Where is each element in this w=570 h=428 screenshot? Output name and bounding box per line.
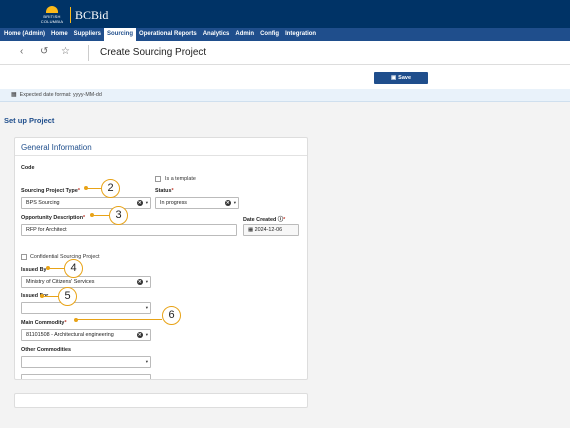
confidential-checkbox[interactable]: [21, 254, 27, 260]
issued-for-select[interactable]: ▾: [21, 302, 151, 314]
page-title: Create Sourcing Project: [100, 47, 207, 58]
date-format-hint: ▦ Expected date format: yyyy-MM-dd: [0, 89, 570, 102]
logo-divider: [70, 7, 71, 23]
back-arrow-icon[interactable]: ‹: [20, 46, 23, 57]
nav-item-analytics[interactable]: Analytics: [200, 28, 233, 41]
annotation-marker-3: 3: [109, 206, 128, 225]
top-banner: BRITISH COLUMBIA BCBid: [0, 0, 570, 28]
nav-item-home-admin[interactable]: Home (Admin): [1, 28, 48, 41]
type-label: Sourcing Project Type*: [21, 188, 80, 194]
clear-icon[interactable]: ✕: [224, 200, 231, 206]
save-button[interactable]: ▣ Save: [374, 72, 428, 84]
marker-6-line: [76, 319, 162, 321]
date-created-label: Date Created ⓘ*: [243, 217, 286, 223]
date-created-value: 2024-12-06: [254, 227, 283, 233]
bc-crest-icon: BRITISH COLUMBIA: [38, 4, 66, 26]
general-information-card: General Information Code Is a template S…: [14, 137, 308, 380]
calendar-icon: ▦: [11, 92, 17, 98]
status-value: In progress: [160, 200, 187, 206]
template-checkbox[interactable]: [155, 176, 161, 182]
issued-by-label: Issued By*: [21, 267, 49, 273]
type-select[interactable]: BPS Sourcing ✕ ▾: [21, 197, 151, 209]
issued-by-select[interactable]: Ministry of Citizens' Services ✕ ▾: [21, 276, 151, 288]
star-icon[interactable]: ☆: [61, 46, 70, 57]
clear-icon[interactable]: ✕: [136, 332, 143, 338]
calendar-icon: ▦: [248, 227, 254, 233]
action-bar: [0, 65, 570, 89]
nav-item-sourcing[interactable]: Sourcing: [104, 28, 137, 41]
nav-item-config[interactable]: Config: [257, 28, 282, 41]
type-value: BPS Sourcing: [26, 200, 60, 206]
main-nav: Home (Admin) Home Suppliers Sourcing Ope…: [0, 28, 570, 41]
template-label: Is a template: [165, 176, 196, 182]
annotation-marker-6: 6: [162, 306, 181, 325]
marker-4-line: [48, 268, 64, 270]
marker-5-line: [42, 296, 58, 298]
clear-icon[interactable]: ✕: [136, 200, 143, 206]
chevron-down-icon[interactable]: ▾: [146, 198, 148, 208]
chevron-down-icon[interactable]: ▾: [146, 277, 148, 287]
nav-item-operational-reports[interactable]: Operational Reports: [136, 28, 200, 41]
save-icon: ▣: [390, 75, 397, 81]
card-divider: [15, 155, 307, 156]
clear-icon[interactable]: ✕: [136, 279, 143, 285]
issued-by-value: Ministry of Citizens' Services: [26, 279, 95, 285]
chevron-down-icon[interactable]: ▾: [234, 198, 236, 208]
marker-2-line: [86, 188, 101, 190]
secondary-card: [14, 393, 308, 408]
save-button-label: Save: [398, 75, 412, 81]
date-created-field: ▦ 2024-12-06: [243, 224, 299, 236]
status-label: Status*: [155, 188, 174, 194]
card-title: General Information: [21, 143, 92, 152]
marker-3-line: [92, 215, 109, 217]
other-commodities-select[interactable]: ▾: [21, 356, 151, 368]
other-commodities-list: [21, 374, 151, 379]
other-commodities-label: Other Commodities: [21, 347, 72, 353]
annotation-marker-4: 4: [64, 259, 83, 278]
history-icon[interactable]: ↺: [40, 46, 48, 57]
annotation-marker-2: 2: [101, 179, 120, 198]
main-commodity-select[interactable]: 81101508 - Architectural engineering ✕ ▾: [21, 329, 151, 341]
brand-name: BCBid: [75, 7, 109, 22]
header-divider: [88, 45, 89, 61]
description-input[interactable]: RFP for Architect: [21, 224, 237, 236]
nav-item-home[interactable]: Home: [48, 28, 71, 41]
annotation-marker-5: 5: [58, 287, 77, 306]
chevron-down-icon[interactable]: ▾: [146, 330, 148, 340]
confidential-label: Confidential Sourcing Project: [30, 254, 100, 260]
main-commodity-value: 81101508 - Architectural engineering: [26, 332, 114, 338]
bc-logo[interactable]: BRITISH COLUMBIA BCBid: [38, 4, 108, 26]
nav-item-suppliers[interactable]: Suppliers: [71, 28, 104, 41]
section-title: Set up Project: [4, 116, 55, 125]
nav-item-integration[interactable]: Integration: [282, 28, 319, 41]
chevron-down-icon[interactable]: ▾: [146, 357, 148, 367]
code-label: Code: [21, 165, 35, 171]
description-value: RFP for Architect: [26, 227, 67, 233]
main-commodity-label: Main Commodity*: [21, 320, 67, 326]
date-format-text: Expected date format: yyyy-MM-dd: [19, 92, 102, 98]
nav-item-admin[interactable]: Admin: [232, 28, 257, 41]
status-select[interactable]: In progress ✕ ▾: [155, 197, 239, 209]
description-label: Opportunity Description*: [21, 215, 86, 221]
chevron-down-icon[interactable]: ▾: [146, 303, 148, 313]
page-header: ‹ ↺ ☆ Create Sourcing Project: [0, 41, 570, 65]
